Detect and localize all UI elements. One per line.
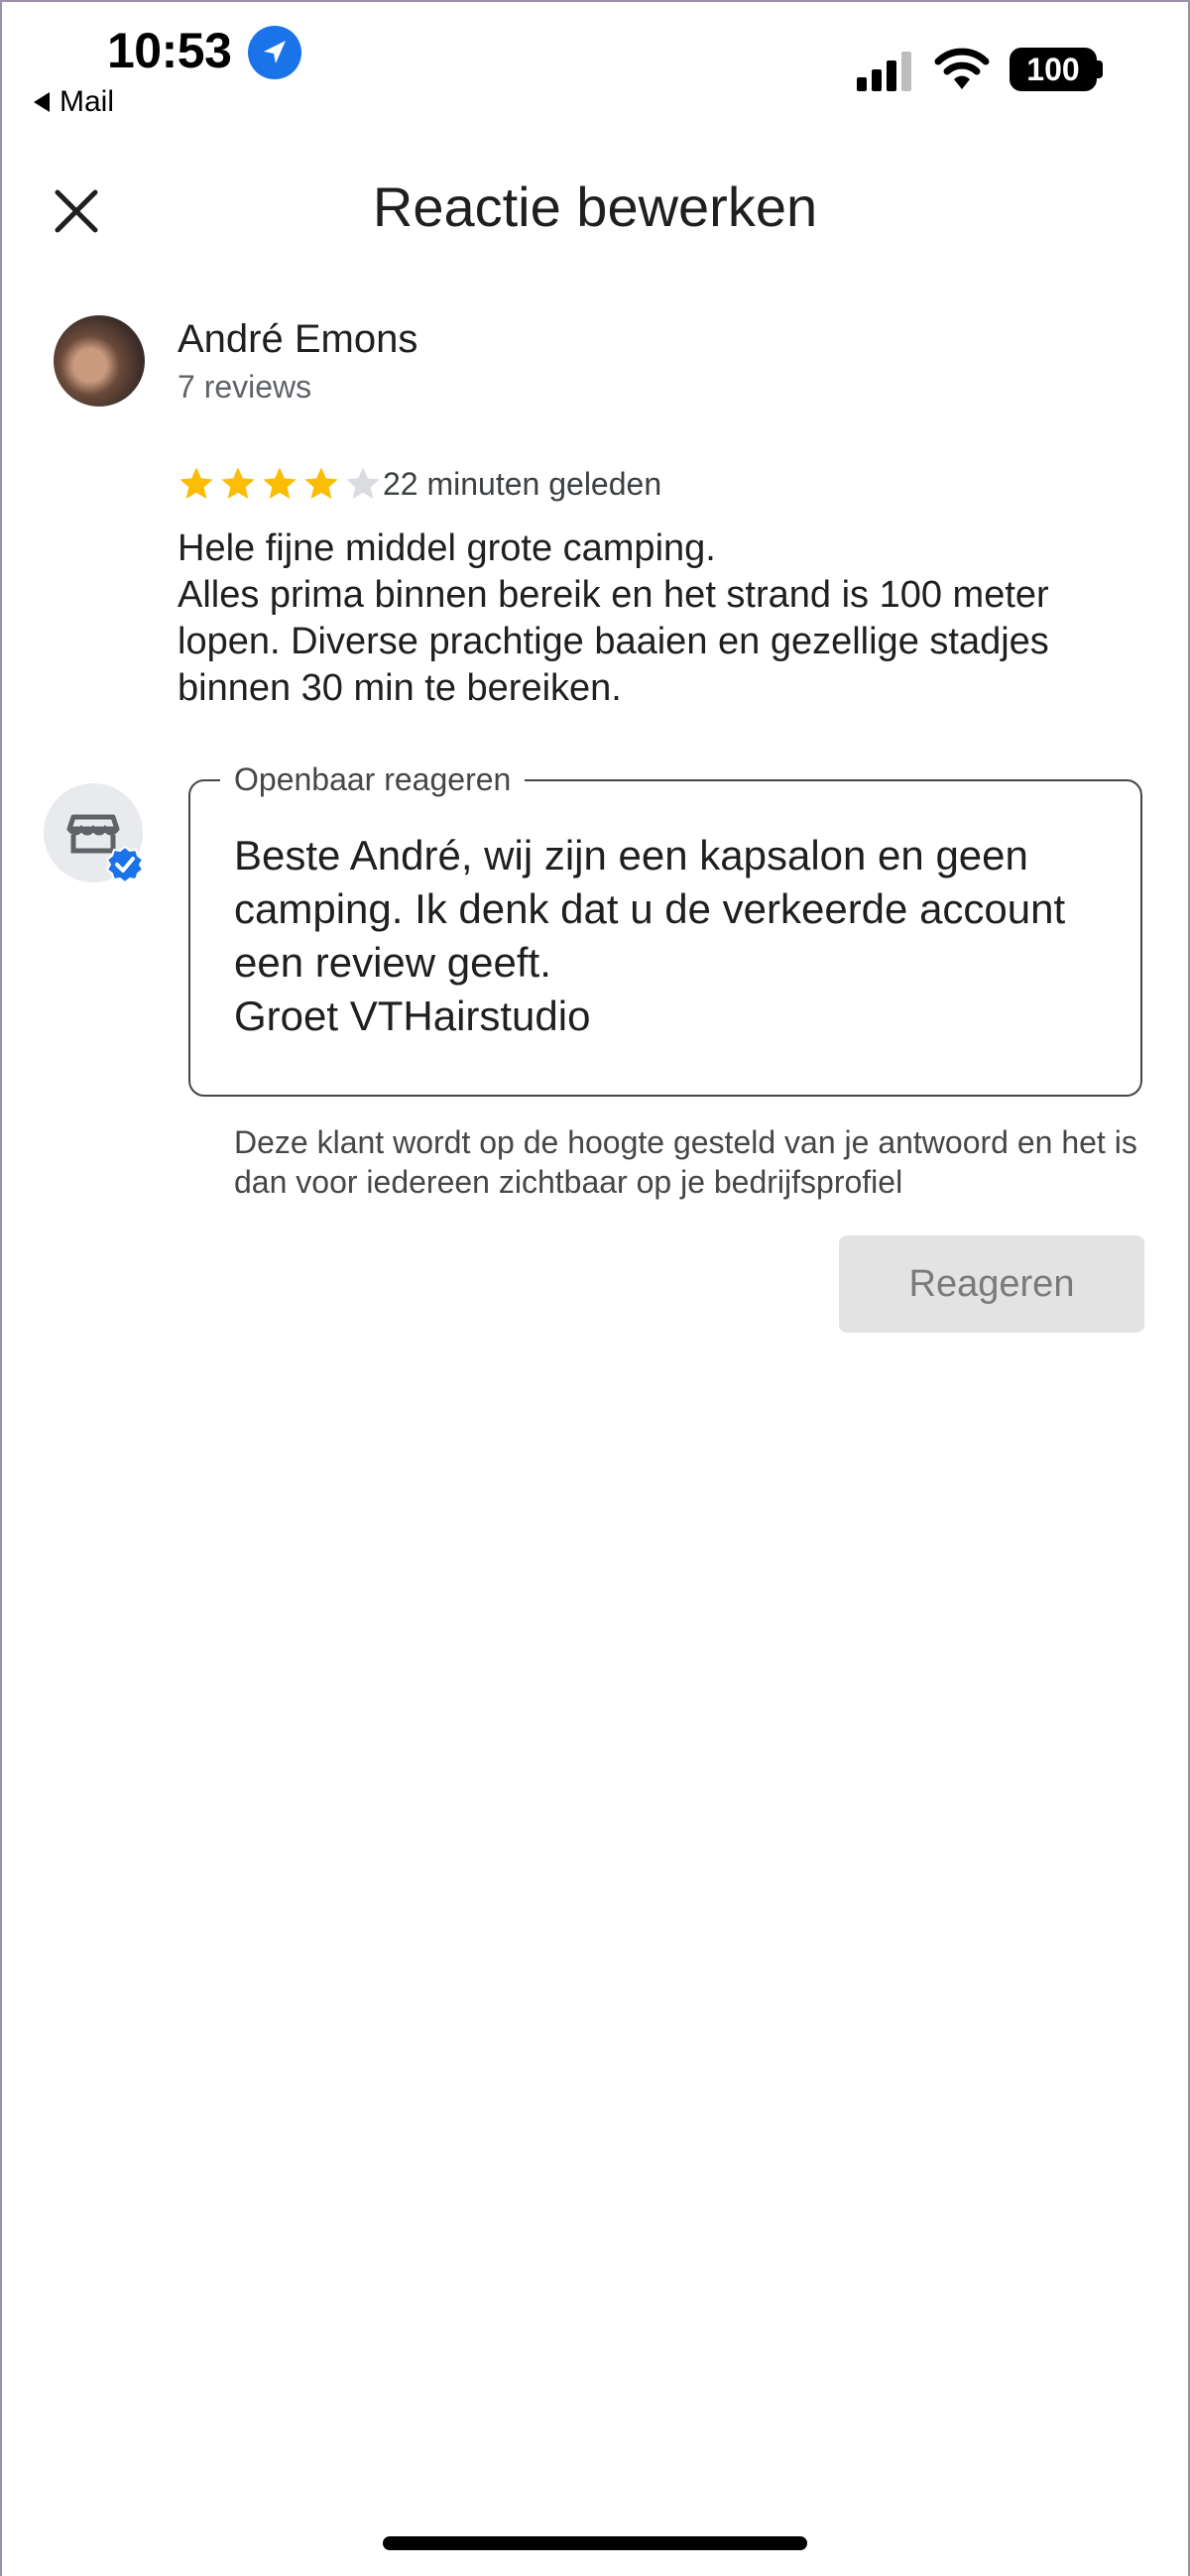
reply-field-label: Openbaar reageren [220, 761, 526, 798]
star-filled-icon [221, 467, 255, 499]
review-text: Hele fijne middel grote camping. Alles p… [178, 527, 1049, 709]
reply-helper-text: Deze klant wordt op de hoogte gesteld va… [234, 1124, 1137, 1200]
wifi-icon [934, 48, 990, 89]
status-time: 10:53 [107, 23, 232, 78]
reviewer-name: André Emons [178, 317, 418, 361]
star-filled-icon [263, 467, 297, 499]
back-triangle-icon [34, 92, 50, 112]
verified-badge-icon [105, 845, 145, 884]
screen-edge-top [0, 0, 1190, 2]
reply-text-value[interactable]: Beste André, wij zijn een kapsalon en ge… [234, 829, 1127, 1043]
battery-icon: 100 [1010, 48, 1097, 91]
cellular-signal-icon [857, 52, 911, 91]
star-filled-icon [304, 467, 338, 499]
review-time: 22 minuten geleden [383, 466, 662, 502]
location-arrow-icon [248, 26, 301, 79]
back-app-label: Mail [60, 85, 115, 118]
reviewer-avatar [54, 315, 145, 407]
back-to-app-button[interactable]: Mail [34, 85, 114, 119]
star-rating [177, 464, 383, 504]
submit-reply-button[interactable]: Reageren [839, 1235, 1144, 1333]
home-indicator[interactable] [383, 2536, 807, 2550]
battery-nub [1097, 60, 1103, 78]
star-filled-icon [179, 467, 213, 499]
reviewer-review-count: 7 reviews [178, 369, 312, 405]
page-title: Reactie bewerken [372, 176, 818, 238]
star-empty-icon [346, 467, 380, 499]
screen-edge-left [0, 0, 2, 2576]
